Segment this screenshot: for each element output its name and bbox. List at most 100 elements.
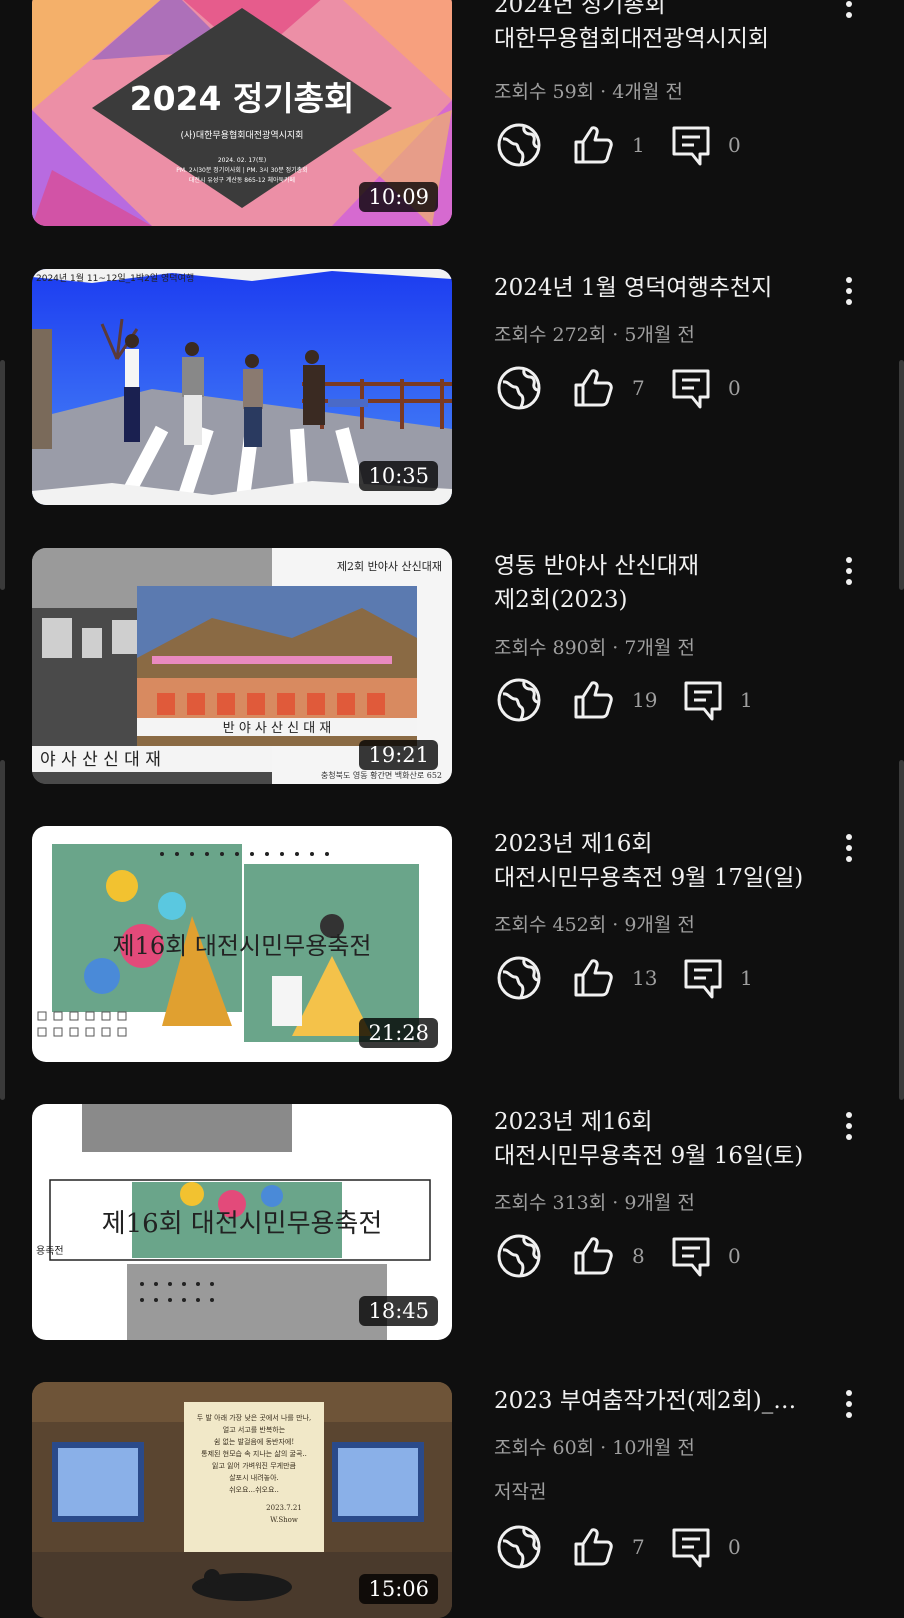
thumbs-up-icon[interactable] — [568, 1522, 618, 1572]
video-title-line: 2023 부여춤작가전(제2회)_… — [494, 1388, 797, 1414]
video-thumbnail[interactable]: 2024 정기총회 (사)대한무용협회대전광역시지회 2024. 02. 17(… — [32, 0, 452, 226]
like-count: 7 — [632, 376, 645, 400]
like-count: 13 — [632, 966, 658, 990]
poem-line: 쉼 없는 발걸음에 동반자에! — [214, 1437, 294, 1446]
video-actions: 19 1 — [494, 675, 794, 725]
video-meta: 조회수 272회 · 5개월 전 — [494, 324, 695, 346]
comment-icon[interactable] — [666, 1522, 716, 1572]
thumbnail-overlay-text: 제16회 대전시민무용축전 — [102, 1209, 383, 1239]
video-item[interactable]: 반 야 사 산 신 대 재 야 사 산 신 대 재 제2회 반야사 산신대재 충… — [0, 548, 904, 784]
globe-icon — [494, 1231, 544, 1281]
poem-line: 잃고 잃어 가벼워진 무게만큼 — [212, 1461, 297, 1470]
video-title[interactable]: 2024년 1월 영덕여행추천지 — [494, 271, 824, 305]
globe-icon — [494, 675, 544, 725]
video-item[interactable]: 제16회 대전시민무용축전 21:28 2023년 제16회 대전시민무용축전 … — [0, 826, 904, 1062]
comment-icon[interactable] — [678, 675, 728, 725]
comment-count: 0 — [728, 376, 741, 400]
thumbnail-corner-text: 제2회 반야사 산신대재 — [337, 560, 442, 573]
more-options-button[interactable] — [832, 271, 866, 311]
video-title-line: 대한무용협회대전광역시지회 — [494, 26, 770, 52]
video-thumbnail[interactable]: 반 야 사 산 신 대 재 야 사 산 신 대 재 제2회 반야사 산신대재 충… — [32, 548, 452, 784]
globe-icon — [494, 363, 544, 413]
globe-icon — [494, 120, 544, 170]
thumbnail-banner-text: 반 야 사 산 신 대 재 — [223, 721, 332, 736]
video-item[interactable]: 2024년 1월 11~12일_1박2일 영덕여행 10:35 2024년 1월… — [0, 269, 904, 505]
video-actions: 80 — [494, 1231, 794, 1281]
thumbs-up-icon[interactable] — [568, 675, 618, 725]
video-meta: 조회수 452회 · 9개월 전 — [494, 914, 695, 936]
comment-icon[interactable] — [678, 953, 728, 1003]
thumbs-up-icon[interactable] — [568, 1231, 618, 1281]
thumbnail-address-text: 충청북도 영동 황간면 백화산로 652 — [321, 770, 442, 780]
video-title-line: 2024년 1월 영덕여행추천지 — [494, 275, 773, 301]
comment-icon[interactable] — [666, 120, 716, 170]
like-count: 7 — [632, 1535, 645, 1559]
video-title-line: 제2회(2023) — [494, 587, 628, 613]
duration-badge: 18:45 — [359, 1296, 438, 1326]
comment-count: 0 — [728, 1535, 741, 1559]
thumbnail-org-text: (사)대한무용협회대전광역시지회 — [181, 129, 304, 141]
globe-icon — [494, 1522, 544, 1572]
thumbs-up-icon[interactable] — [568, 363, 618, 413]
poem-line: 통제된 현모습 속 지나는 삶의 굴곡.. — [201, 1449, 307, 1458]
video-title-line: 2023년 제16회 — [494, 831, 653, 857]
video-thumbnail[interactable]: 제16회 대전시민무용축전 용축전 18:45 — [32, 1104, 452, 1340]
video-title[interactable]: 2023년 제16회 대전시민무용축전 9월 17일(일) — [494, 827, 824, 895]
more-options-button[interactable] — [832, 551, 866, 591]
thumbnail-address-text: 대전시 유성구 계산동 865-12 체아둑카페 — [189, 176, 295, 184]
video-meta: 조회수 60회 · 10개월 전 — [494, 1437, 695, 1459]
video-meta: 조회수 313회 · 9개월 전 — [494, 1192, 695, 1214]
comment-count: 0 — [728, 1244, 741, 1268]
video-title-line: 대전시민무용축전 9월 17일(일) — [494, 865, 804, 891]
poem-line: 두 발 아래 가장 낮은 곳에서 나를 만나, — [197, 1413, 311, 1422]
video-meta: 조회수 59회 · 4개월 전 — [494, 81, 683, 103]
comment-icon[interactable] — [666, 1231, 716, 1281]
thumbnail-caption: 2024년 1월 11~12일_1박2일 영덕여행 — [36, 272, 194, 284]
video-actions: 70 — [494, 363, 794, 413]
video-item[interactable]: 제16회 대전시민무용축전 용축전 18:45 2023년 제16회 대전시민무… — [0, 1104, 904, 1340]
video-title[interactable]: 영동 반야사 산신대재 제2회(2023) — [494, 549, 824, 617]
more-options-button[interactable] — [832, 1106, 866, 1146]
poem-line: 쉬오요...쉬오요.. — [229, 1485, 279, 1494]
video-thumbnail[interactable]: 두 발 아래 가장 낮은 곳에서 나를 만나, 얼고 서고를 반복하는 쉼 없는… — [32, 1382, 452, 1618]
like-count: 1 — [632, 133, 645, 157]
video-thumbnail[interactable]: 제16회 대전시민무용축전 21:28 — [32, 826, 452, 1062]
video-actions: 10 — [494, 120, 794, 170]
thumbnail-overlay-text: 제16회 대전시민무용축전 — [113, 932, 372, 960]
thumbnail-info-text: PM. 2시30분 정기이사회 | PM. 3시 30분 정기총회 — [176, 166, 307, 174]
thumbs-up-icon[interactable] — [568, 120, 618, 170]
thumbnail-date-text: 2024. 02. 17(토) — [218, 157, 266, 164]
duration-badge: 10:09 — [359, 182, 438, 212]
comment-count: 0 — [728, 133, 741, 157]
comment-icon[interactable] — [666, 363, 716, 413]
like-count: 8 — [632, 1244, 645, 1268]
video-title-line: 2024년 정기총회 — [494, 0, 666, 18]
thumbs-up-icon[interactable] — [568, 953, 618, 1003]
video-actions: 70 — [494, 1522, 794, 1572]
video-actions: 13 1 — [494, 953, 794, 1003]
video-title-line: 대전시민무용축전 9월 16일(토) — [494, 1143, 804, 1169]
duration-badge: 19:21 — [359, 740, 438, 770]
video-thumbnail[interactable]: 2024년 1월 11~12일_1박2일 영덕여행 10:35 — [32, 269, 452, 505]
duration-badge: 21:28 — [359, 1018, 438, 1048]
video-title-line: 영동 반야사 산신대재 — [494, 553, 700, 579]
comment-count: 1 — [740, 688, 753, 712]
video-title[interactable]: 2023년 제16회 대전시민무용축전 9월 16일(토) — [494, 1105, 824, 1173]
video-item[interactable]: 두 발 아래 가장 낮은 곳에서 나를 만나, 얼고 서고를 반복하는 쉼 없는… — [0, 1382, 904, 1618]
duration-badge: 10:35 — [359, 461, 438, 491]
more-options-button[interactable] — [832, 828, 866, 868]
video-title[interactable]: 2024년 정기총회 대한무용협회대전광역시지회 — [494, 0, 824, 56]
globe-icon — [494, 953, 544, 1003]
poem-line: W.Show — [270, 1516, 298, 1524]
poem-line: 살포시 내려놓아. — [229, 1473, 279, 1482]
video-title[interactable]: 2023 부여춤작가전(제2회)_… — [494, 1384, 824, 1418]
poem-line: 2023.7.21 — [266, 1504, 302, 1512]
more-options-button[interactable] — [832, 0, 866, 24]
more-options-button[interactable] — [832, 1384, 866, 1424]
thumbnail-banner-bw-text: 야 사 산 신 대 재 — [40, 750, 161, 770]
video-item[interactable]: 2024 정기총회 (사)대한무용협회대전광역시지회 2024. 02. 17(… — [0, 0, 904, 226]
thumbnail-side-text: 용축전 — [36, 1245, 64, 1257]
video-meta: 조회수 890회 · 7개월 전 — [494, 637, 695, 659]
poem-line: 얼고 서고를 반복하는 — [223, 1425, 286, 1434]
thumbnail-title-text: 2024 정기총회 — [130, 79, 355, 118]
